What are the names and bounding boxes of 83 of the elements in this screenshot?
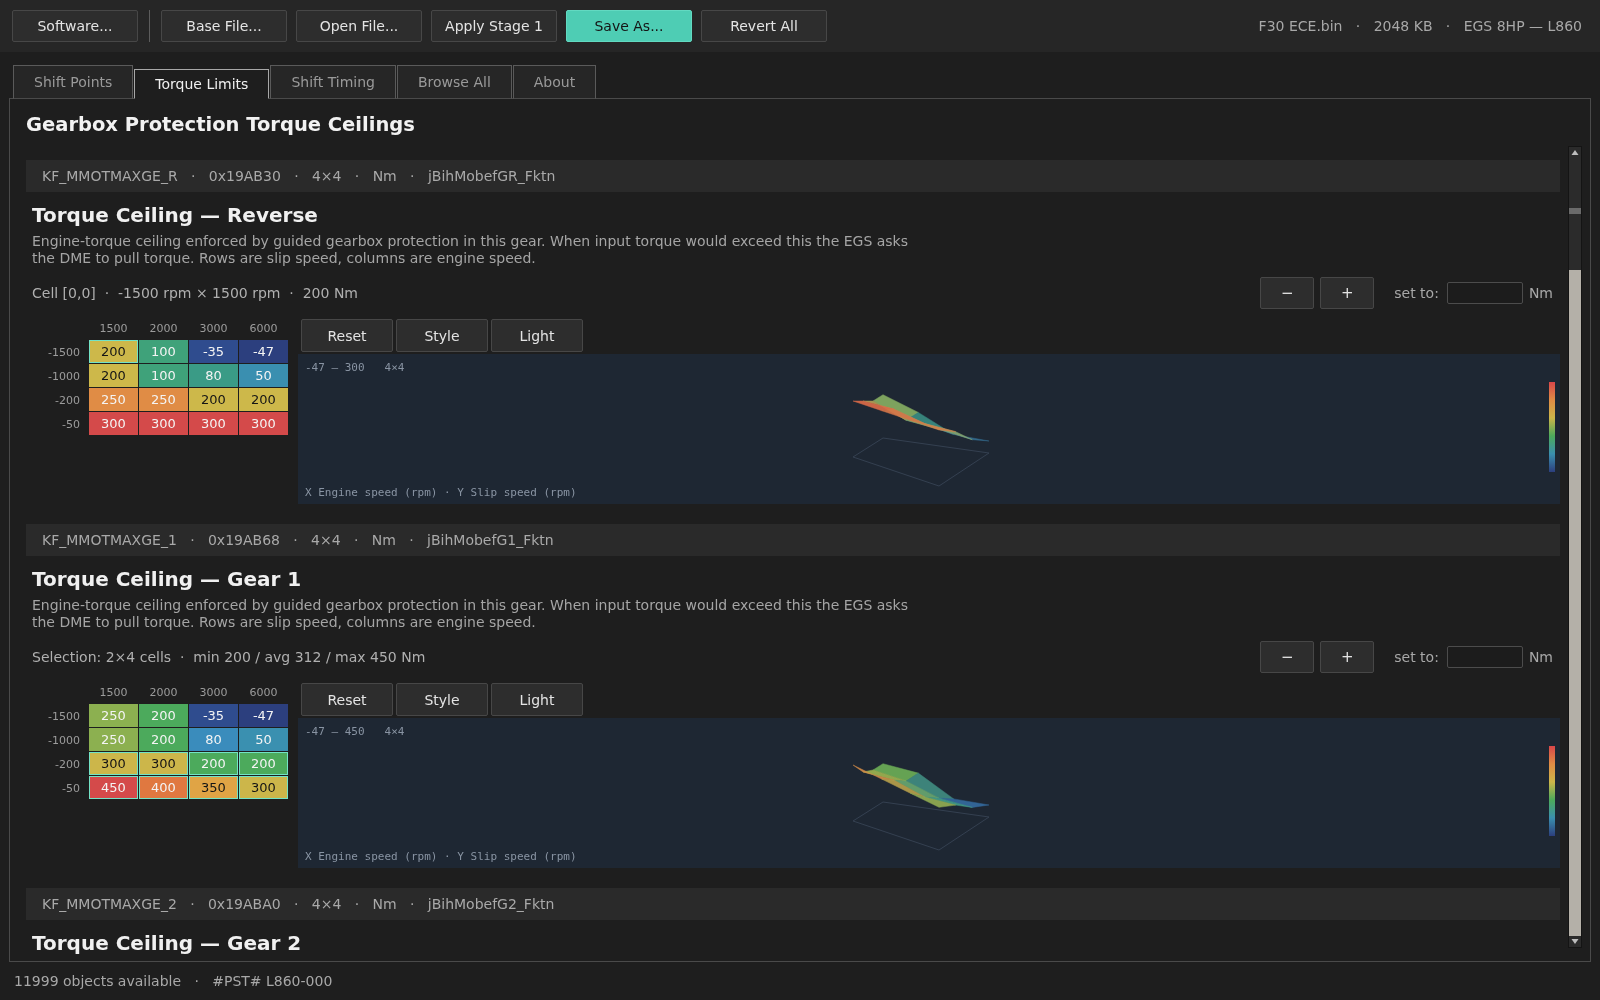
map-cell[interactable]: -35: [189, 704, 238, 728]
map-size-label: 4×4: [384, 725, 405, 738]
column-header: 2000: [148, 321, 179, 337]
map-header: KF_MMOTMAXGE_2 · 0x19ABA0 · 4×4 · Nm · jBihMobefG2_Fktn: [26, 888, 1560, 920]
row-header: -1000: [47, 732, 81, 749]
map-action-button[interactable]: Light: [491, 319, 583, 352]
map-cell[interactable]: -47: [239, 704, 288, 728]
map-cell[interactable]: 200: [239, 388, 288, 412]
map-action-button[interactable]: Style: [396, 683, 488, 716]
map-cell[interactable]: 300: [139, 412, 188, 436]
set-value-field[interactable]: [1446, 282, 1523, 304]
column-header: 6000: [248, 685, 279, 701]
unit-label: Nm: [1528, 649, 1553, 665]
tab[interactable]: Browse All: [397, 65, 512, 99]
map-header: KF_MMOTMAXGE_1 · 0x19AB68 · 4×4 · Nm · jBihMobefG1_Fktn: [26, 524, 1560, 556]
set-value-field[interactable]: [1446, 646, 1523, 668]
tab[interactable]: Shift Timing: [270, 65, 396, 99]
map-action-button[interactable]: Style: [396, 319, 488, 352]
map-cell[interactable]: 300: [139, 752, 188, 776]
map-cell[interactable]: 200: [89, 364, 138, 388]
row-header: -200: [54, 756, 81, 773]
row-header: -200: [54, 392, 81, 409]
map-cell[interactable]: 300: [89, 412, 138, 436]
row-header: -50: [61, 780, 81, 797]
row-header: -50: [61, 416, 81, 433]
column-header: 1500: [98, 685, 129, 701]
column-header: 3000: [198, 321, 229, 337]
map-action-button[interactable]: Reset: [301, 683, 393, 716]
map-action-button[interactable]: Reset: [301, 319, 393, 352]
map-size-label: 4×4: [384, 361, 405, 374]
column-header: 6000: [248, 321, 279, 337]
map-cell[interactable]: 300: [239, 412, 288, 436]
map-cell[interactable]: -35: [189, 340, 238, 364]
tab[interactable]: Shift Points: [13, 65, 134, 99]
toolbar-button[interactable]: Software...: [12, 10, 138, 42]
axis-caption: X Engine speed (rpm) · Y Slip speed (rpm): [305, 850, 578, 863]
map-cell[interactable]: 200: [189, 388, 238, 412]
increase-button[interactable]: +: [1320, 641, 1375, 673]
set-to-label: set to:: [1394, 649, 1439, 665]
tab[interactable]: Torque Limits: [134, 69, 270, 99]
status-text: 11999 objects available · #PST# L860-000: [14, 973, 333, 989]
toolbar-button[interactable]: Save As...: [566, 10, 692, 42]
map-title: Torque Ceiling — Gear 2: [32, 931, 303, 955]
map-cell[interactable]: 300: [239, 776, 288, 800]
scrollbar[interactable]: [1568, 146, 1582, 948]
column-header: 3000: [198, 685, 229, 701]
decrease-button[interactable]: −: [1260, 277, 1315, 309]
row-header: -1500: [47, 708, 81, 725]
tab[interactable]: About: [512, 65, 597, 99]
map-description: Engine-torque ceiling enforced by guided gearbox protection in this gear. When input torque would exceed this the EGS asks the DME to pull torque. Rows are slip speed, columns are engine speed.: [32, 597, 910, 631]
page-heading: Gearbox Protection Torque Ceilings: [26, 113, 416, 137]
column-header: 1500: [98, 321, 129, 337]
decrease-button[interactable]: −: [1260, 641, 1315, 673]
value-range-label: -47 — 450: [305, 725, 365, 738]
scrollbar-thumb[interactable]: [1569, 158, 1581, 270]
map-title: Torque Ceiling — Reverse: [32, 203, 319, 227]
map-cell[interactable]: 300: [189, 412, 238, 436]
set-to-label: set to:: [1394, 285, 1439, 301]
value-range-label: -47 — 300: [305, 361, 365, 374]
map-cell[interactable]: 450: [89, 776, 138, 800]
row-header: -1000: [47, 368, 81, 385]
map-status-text: Selection: 2×4 cells · min 200 / avg 312 / max 450 Nm: [32, 649, 426, 665]
scroll-down-icon[interactable]: [1569, 936, 1581, 947]
map-cell[interactable]: 350: [189, 776, 238, 800]
map-header: KF_MMOTMAXGE_R · 0x19AB30 · 4×4 · Nm · jBihMobefGR_Fktn: [26, 160, 1560, 192]
unit-label: Nm: [1528, 285, 1553, 301]
axis-caption: X Engine speed (rpm) · Y Slip speed (rpm): [305, 486, 578, 499]
column-header: 2000: [148, 685, 179, 701]
toolbar-button[interactable]: Apply Stage 1: [431, 10, 557, 42]
map-title: Torque Ceiling — Gear 1: [32, 567, 303, 591]
map-cell[interactable]: 300: [89, 752, 138, 776]
scroll-up-icon[interactable]: [1569, 147, 1581, 158]
file-info: F30 ECE.bin · 2048 KB · EGS 8HP — L860: [1258, 18, 1582, 34]
row-header: -1500: [47, 344, 81, 361]
toolbar-button[interactable]: Open File...: [296, 10, 422, 42]
toolbar-button[interactable]: Revert All: [701, 10, 827, 42]
increase-button[interactable]: +: [1320, 277, 1375, 309]
map-description: Engine-torque ceiling enforced by guided gearbox protection in this gear. When input torque would exceed this the EGS asks the DME to pull torque. Rows are slip speed, columns are engine speed.: [32, 233, 910, 267]
map-status-text: Cell [0,0] · -1500 rpm × 1500 rpm · 200 Nm: [32, 285, 358, 301]
map-cell[interactable]: -47: [239, 340, 288, 364]
toolbar-button[interactable]: Base File...: [161, 10, 287, 42]
map-action-button[interactable]: Light: [491, 683, 583, 716]
map-cell[interactable]: 200: [89, 340, 138, 364]
